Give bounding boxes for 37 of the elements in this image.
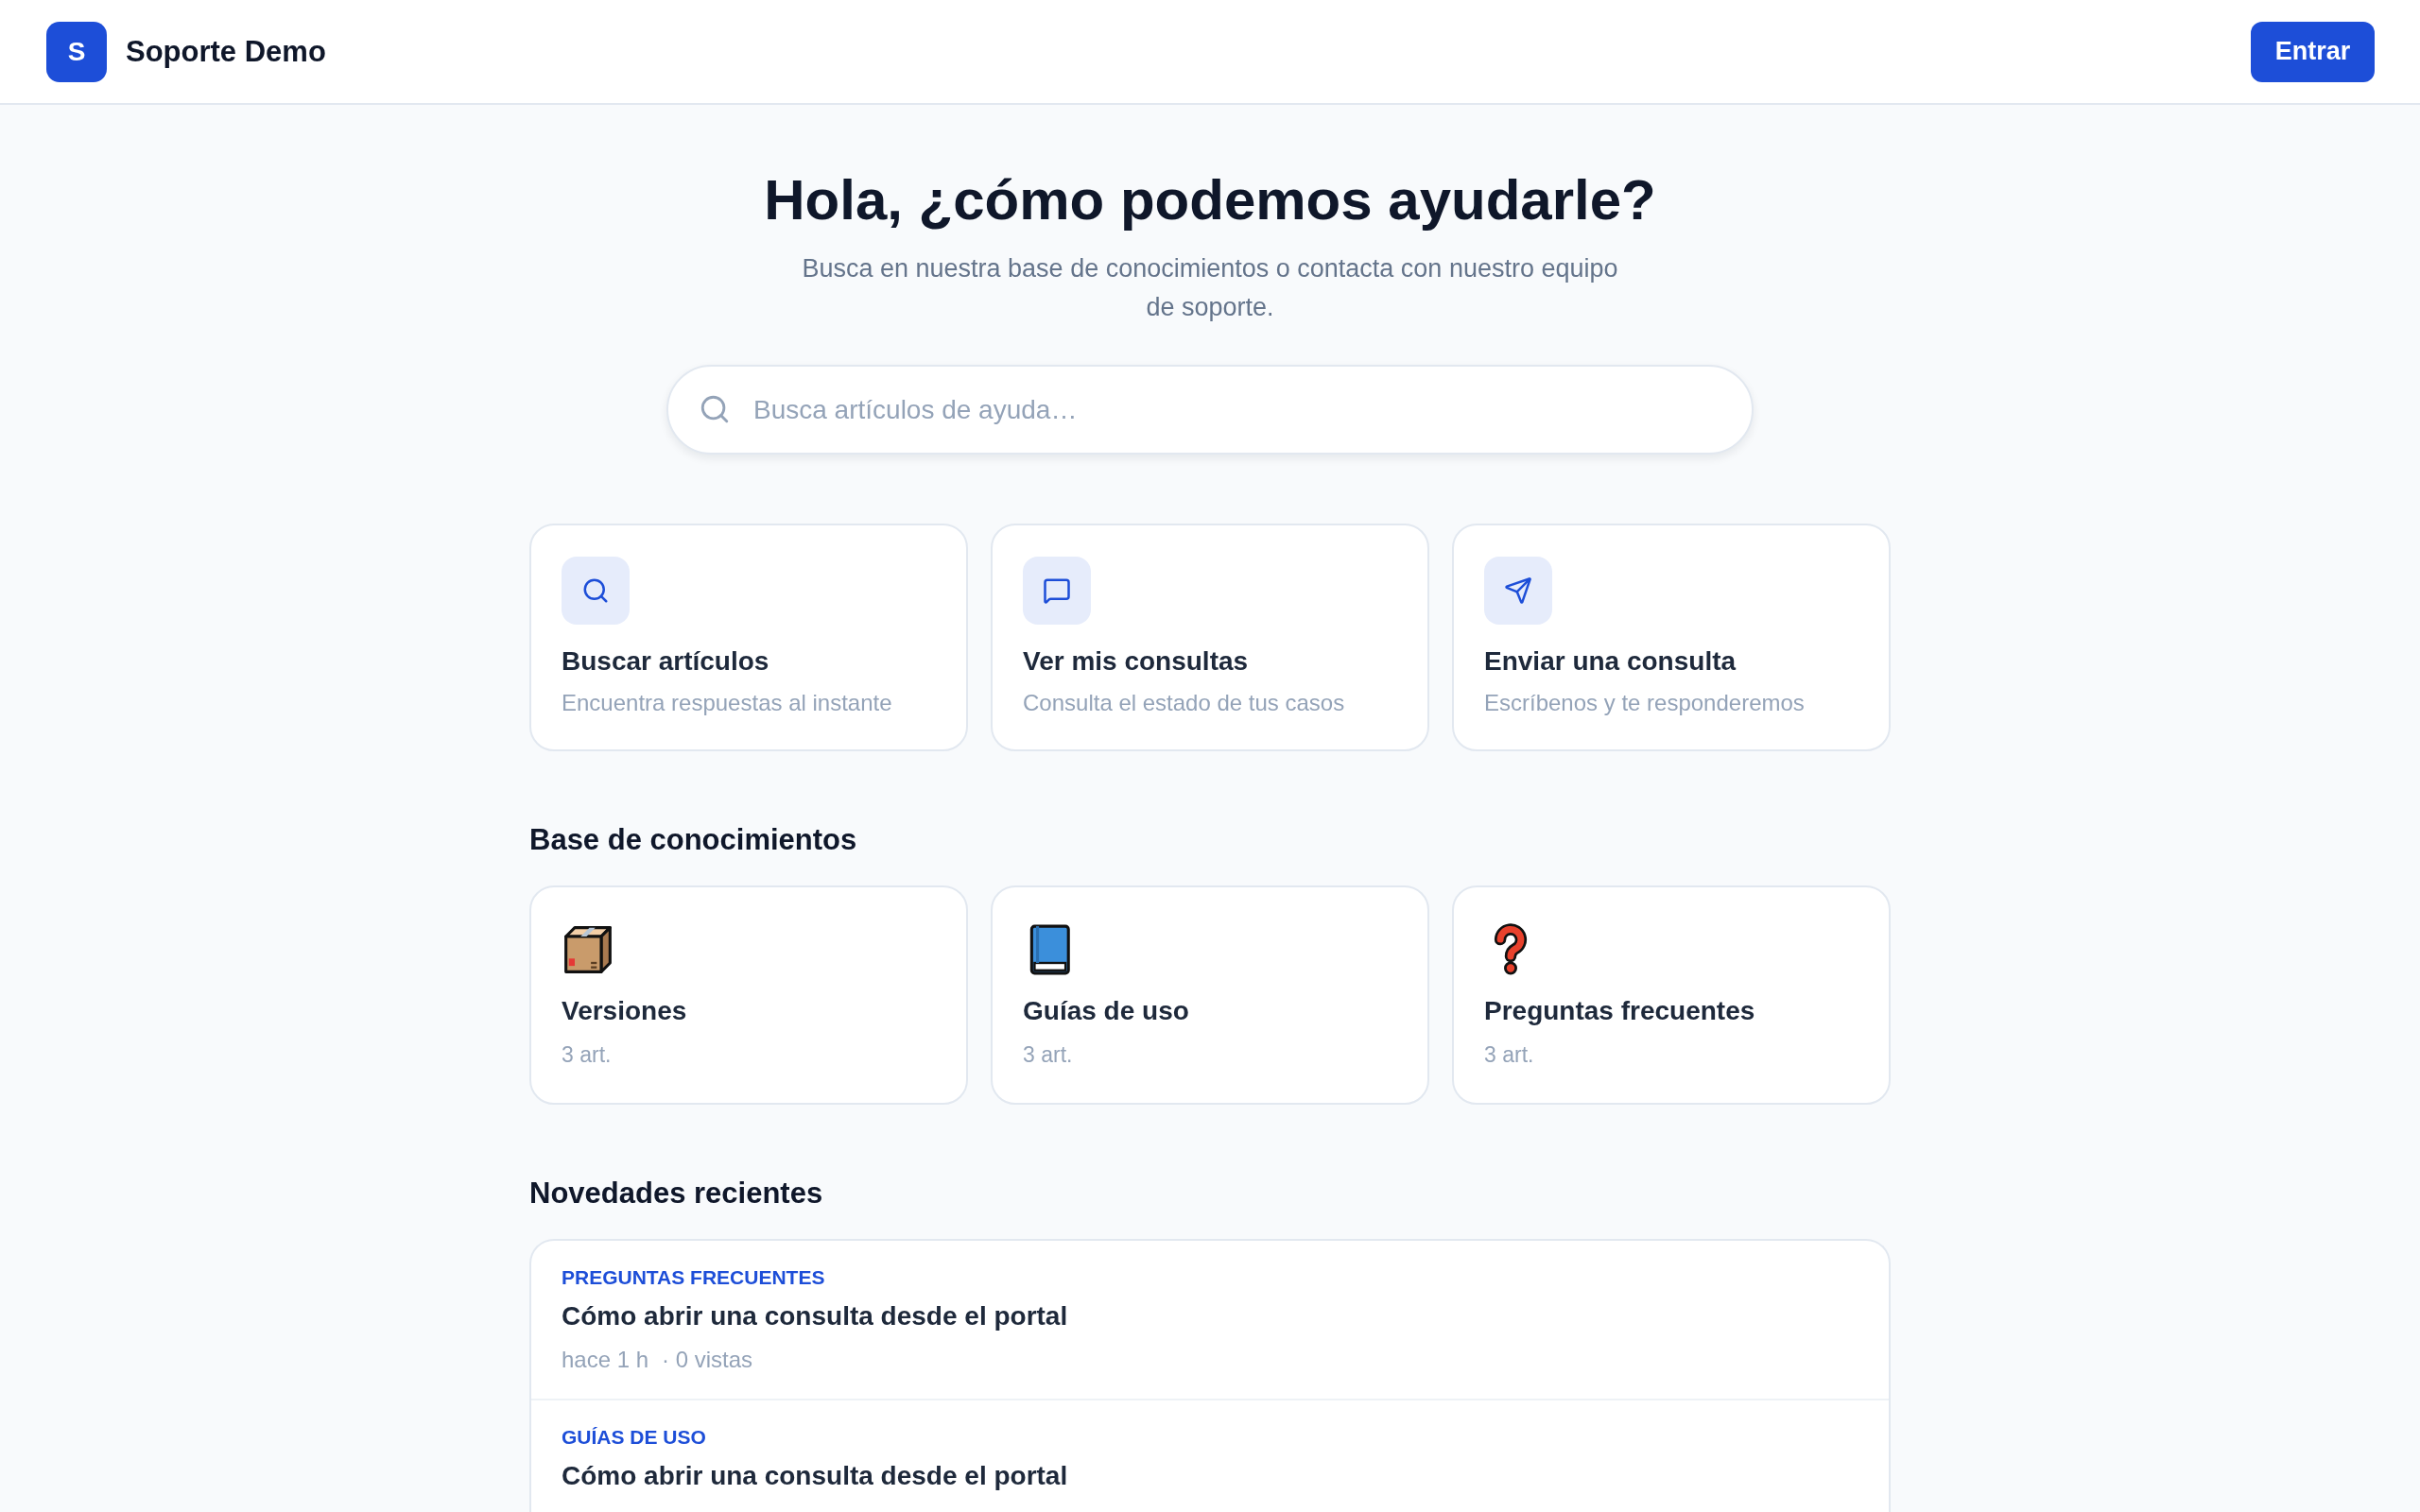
article-category: PREGUNTAS FRECUENTES [562,1265,825,1290]
article-count: 3 art. [562,1041,612,1069]
card-title: Ver mis consultas [1023,645,1249,678]
card-description: Encuentra respuestas al instante [562,689,892,717]
article-category: GUÍAS DE USO [562,1425,706,1450]
article-count: 3 art. [1484,1041,1534,1069]
article-count: 3 art. [1023,1041,1073,1069]
chat-bubble-icon [1023,557,1091,625]
section-title: Base de conocimientos [529,822,857,858]
article-time: hace 1 h [562,1346,649,1374]
card-title: Buscar artículos [562,645,769,678]
action-card[interactable]: Enviar una consulta Escríbenos y te responderemos [1452,524,1891,751]
search-icon [562,557,630,625]
card-description: Escríbenos y te responderemos [1484,689,1805,717]
login-button[interactable]: Entrar [2251,21,2375,82]
section-title: Novedades recientes [529,1176,823,1211]
article-title[interactable]: Cómo abrir una consulta desde el portal [562,1299,1068,1333]
article-title[interactable]: Cómo abrir una consulta desde el portal [562,1459,1068,1493]
category-title: Versiones [562,995,687,1027]
action-card[interactable]: Ver mis consultas Consulta el estado de tus casos [991,524,1429,751]
page-title: Hola, ¿cómo podemos ayudarle? [764,167,1656,233]
paper-plane-icon [1484,557,1552,625]
page-subtitle: Busca en nuestra base de conocimientos o contacta con nuestro equipo de soporte. [801,253,1619,323]
box-icon [562,923,614,976]
category-card[interactable]: Versiones 3 art. [529,885,968,1105]
category-title: Preguntas frecuentes [1484,995,1755,1027]
logo: S [46,21,107,82]
category-card[interactable]: Preguntas frecuentes 3 art. [1452,885,1891,1105]
search-field[interactable]: Busca artículos de ayuda… [666,365,1754,455]
brand-name: Soporte Demo [126,34,326,69]
category-title: Guías de uso [1023,995,1189,1027]
card-title: Enviar una consulta [1484,645,1737,678]
category-card[interactable]: Guías de uso 3 art. [991,885,1429,1105]
article-views: · 0 vistas [662,1346,753,1374]
action-card[interactable]: Buscar artículos Encuentra respuestas al instante [529,524,968,751]
search-icon [699,393,731,425]
card-description: Consulta el estado de tus casos [1023,689,1345,717]
